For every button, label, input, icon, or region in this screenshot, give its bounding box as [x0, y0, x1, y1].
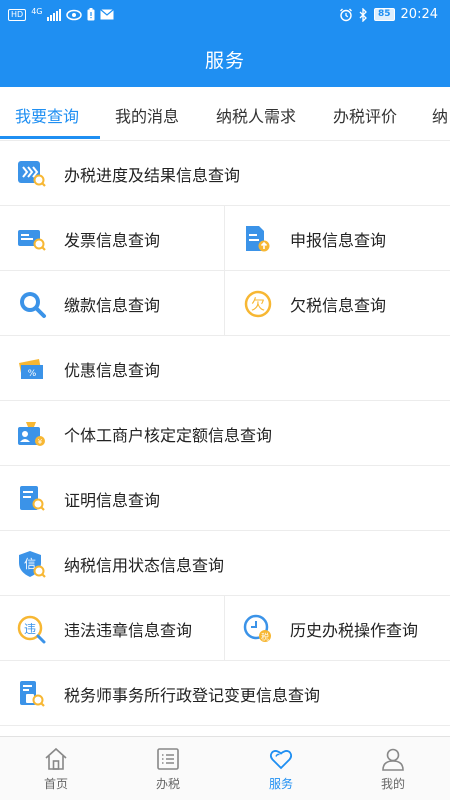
- violation-search-icon: 违: [17, 614, 47, 644]
- invoice-search-icon: [17, 224, 47, 254]
- network-type: 4G: [31, 7, 43, 16]
- tab-taxpayer-needs[interactable]: 纳税人需求: [216, 103, 296, 127]
- agency-search-icon: [17, 679, 47, 709]
- nav-mine[interactable]: 我的: [337, 737, 449, 800]
- menu-row: 证明信息查询: [0, 466, 450, 531]
- quota-card-icon: ¥: [17, 419, 47, 449]
- progress-query-item[interactable]: 办税进度及结果信息查询: [0, 141, 450, 206]
- hd-badge: HD: [8, 8, 27, 21]
- credit-query-label: 纳税信用状态信息查询: [64, 555, 225, 575]
- declare-query-item[interactable]: 申报信息查询: [226, 206, 450, 271]
- active-tab-indicator: [0, 136, 100, 139]
- bottom-nav: 首页 办税 服务 我的: [0, 736, 450, 800]
- nav-home[interactable]: 首页: [0, 737, 112, 800]
- clock-tax-icon: 税: [243, 614, 273, 644]
- double-chevron-search-icon: [17, 159, 47, 189]
- agency-change-query-label: 税务师事务所行政登记变更信息查询: [64, 685, 321, 705]
- battery-alert-icon: [87, 8, 95, 21]
- violation-query-item[interactable]: 违 违法违章信息查询: [0, 596, 225, 661]
- tab-bar: 我要查询 我的消息 纳税人需求 办税评价 纳: [0, 87, 450, 141]
- home-icon: [44, 747, 68, 771]
- svg-text:欠: 欠: [251, 297, 265, 313]
- history-query-label: 历史办税操作查询: [290, 620, 419, 640]
- arrears-query-label: 欠税信息查询: [290, 295, 387, 315]
- progress-query-label: 办税进度及结果信息查询: [64, 165, 241, 185]
- menu-row: 办税进度及结果信息查询: [0, 141, 450, 206]
- individual-quota-query-item[interactable]: ¥ 个体工商户核定定额信息查询: [0, 401, 450, 466]
- tab-messages[interactable]: 我的消息: [115, 103, 179, 127]
- preferential-query-label: 优惠信息查询: [64, 360, 161, 380]
- nav-service-label: 服务: [268, 777, 293, 791]
- query-menu: 办税进度及结果信息查询 发票信息查询 申报信息查询 缴款信息查询 欠 欠税信息查…: [0, 141, 450, 738]
- tab-evaluation[interactable]: 办税评价: [333, 103, 397, 127]
- declare-query-label: 申报信息查询: [290, 230, 387, 250]
- status-bar: HD 4G 85 20:24: [0, 0, 450, 32]
- history-query-item[interactable]: 税 历史办税操作查询: [226, 596, 450, 661]
- person-icon: [381, 747, 405, 771]
- eye-icon: [66, 9, 83, 20]
- svg-text:违: 违: [24, 622, 36, 636]
- menu-row: 发票信息查询 申报信息查询: [0, 206, 450, 271]
- menu-row: 信 纳税信用状态信息查询: [0, 531, 450, 596]
- individual-quota-query-label: 个体工商户核定定额信息查询: [64, 425, 273, 445]
- heart-icon: [269, 747, 293, 771]
- payment-query-item[interactable]: 缴款信息查询: [0, 271, 225, 336]
- svg-text:%: %: [28, 369, 37, 379]
- top-bar: HD 4G 85 20:24 服务: [0, 0, 450, 87]
- invoice-query-label: 发票信息查询: [64, 230, 161, 250]
- menu-row: 违 违法违章信息查询 税 历史办税操作查询: [0, 596, 450, 661]
- tab-query[interactable]: 我要查询: [15, 103, 79, 127]
- page-title: 服务: [204, 50, 245, 72]
- nav-mine-label: 我的: [380, 777, 405, 791]
- invoice-query-item[interactable]: 发票信息查询: [0, 206, 225, 271]
- alarm-icon: [340, 8, 352, 21]
- agency-change-query-item[interactable]: 税务师事务所行政登记变更信息查询: [0, 661, 450, 726]
- svg-text:¥: ¥: [38, 438, 43, 446]
- credit-query-item[interactable]: 信 纳税信用状态信息查询: [0, 531, 450, 596]
- signal-icon: [47, 8, 62, 21]
- menu-row: % 优惠信息查询: [0, 336, 450, 401]
- certificate-query-label: 证明信息查询: [64, 490, 161, 510]
- document-upload-icon: [243, 224, 273, 254]
- arrears-query-item[interactable]: 欠 欠税信息查询: [226, 271, 450, 336]
- magnifier-icon: [17, 289, 47, 319]
- menu-row: 缴款信息查询 欠 欠税信息查询: [0, 271, 450, 336]
- clock-time: 20:24: [400, 7, 438, 22]
- mail-icon: [100, 9, 115, 20]
- battery-level: 85: [374, 8, 395, 21]
- nav-tax-handling[interactable]: 办税: [112, 737, 224, 800]
- bluetooth-icon: [359, 7, 367, 22]
- tab-more-partial[interactable]: 纳: [432, 103, 448, 127]
- nav-home-label: 首页: [43, 777, 68, 791]
- payment-query-label: 缴款信息查询: [64, 295, 161, 315]
- owe-tax-icon: 欠: [243, 289, 273, 319]
- preferential-query-item[interactable]: % 优惠信息查询: [0, 336, 450, 401]
- certificate-search-icon: [17, 484, 47, 514]
- menu-row: 税务师事务所行政登记变更信息查询: [0, 661, 450, 726]
- nav-tax-handling-label: 办税: [155, 777, 180, 791]
- nav-service[interactable]: 服务: [225, 737, 337, 800]
- menu-row: ¥ 个体工商户核定定额信息查询: [0, 401, 450, 466]
- certificate-query-item[interactable]: 证明信息查询: [0, 466, 450, 531]
- credit-shield-icon: 信: [17, 549, 47, 579]
- violation-query-label: 违法违章信息查询: [64, 620, 193, 640]
- svg-text:税: 税: [261, 631, 269, 641]
- list-icon: [156, 747, 180, 771]
- discount-ticket-icon: %: [17, 354, 47, 384]
